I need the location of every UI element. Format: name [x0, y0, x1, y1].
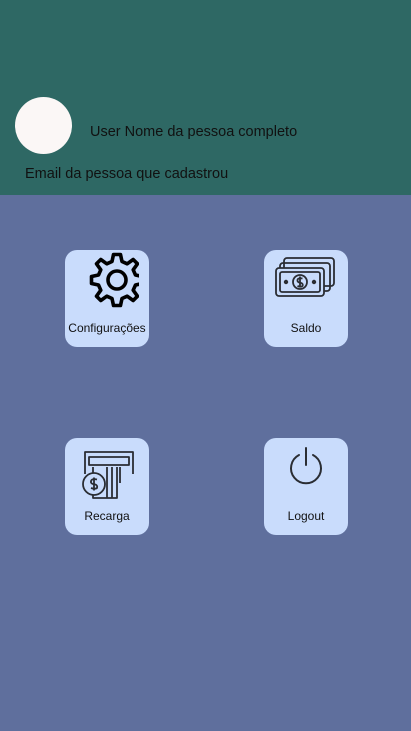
- atm-card-icon: [82, 451, 134, 499]
- money-icon: [275, 257, 335, 297]
- user-email: Email da pessoa que cadastrou: [25, 166, 229, 182]
- recharge-button[interactable]: Recarga: [65, 438, 149, 535]
- settings-label: Configurações: [68, 321, 146, 335]
- profile-header: User Nome da pessoa completo Email da pe…: [0, 0, 411, 195]
- power-icon: [290, 447, 322, 485]
- balance-label: Saldo: [290, 321, 322, 335]
- balance-button[interactable]: Saldo: [264, 250, 348, 347]
- logout-label: Logout: [287, 509, 325, 523]
- recharge-label: Recarga: [84, 509, 130, 523]
- user-name: User Nome da pessoa completo: [90, 124, 298, 140]
- logout-button[interactable]: Logout: [264, 438, 348, 535]
- gear-icon: [89, 252, 139, 308]
- avatar[interactable]: [15, 97, 72, 154]
- settings-button[interactable]: Configurações: [65, 250, 149, 347]
